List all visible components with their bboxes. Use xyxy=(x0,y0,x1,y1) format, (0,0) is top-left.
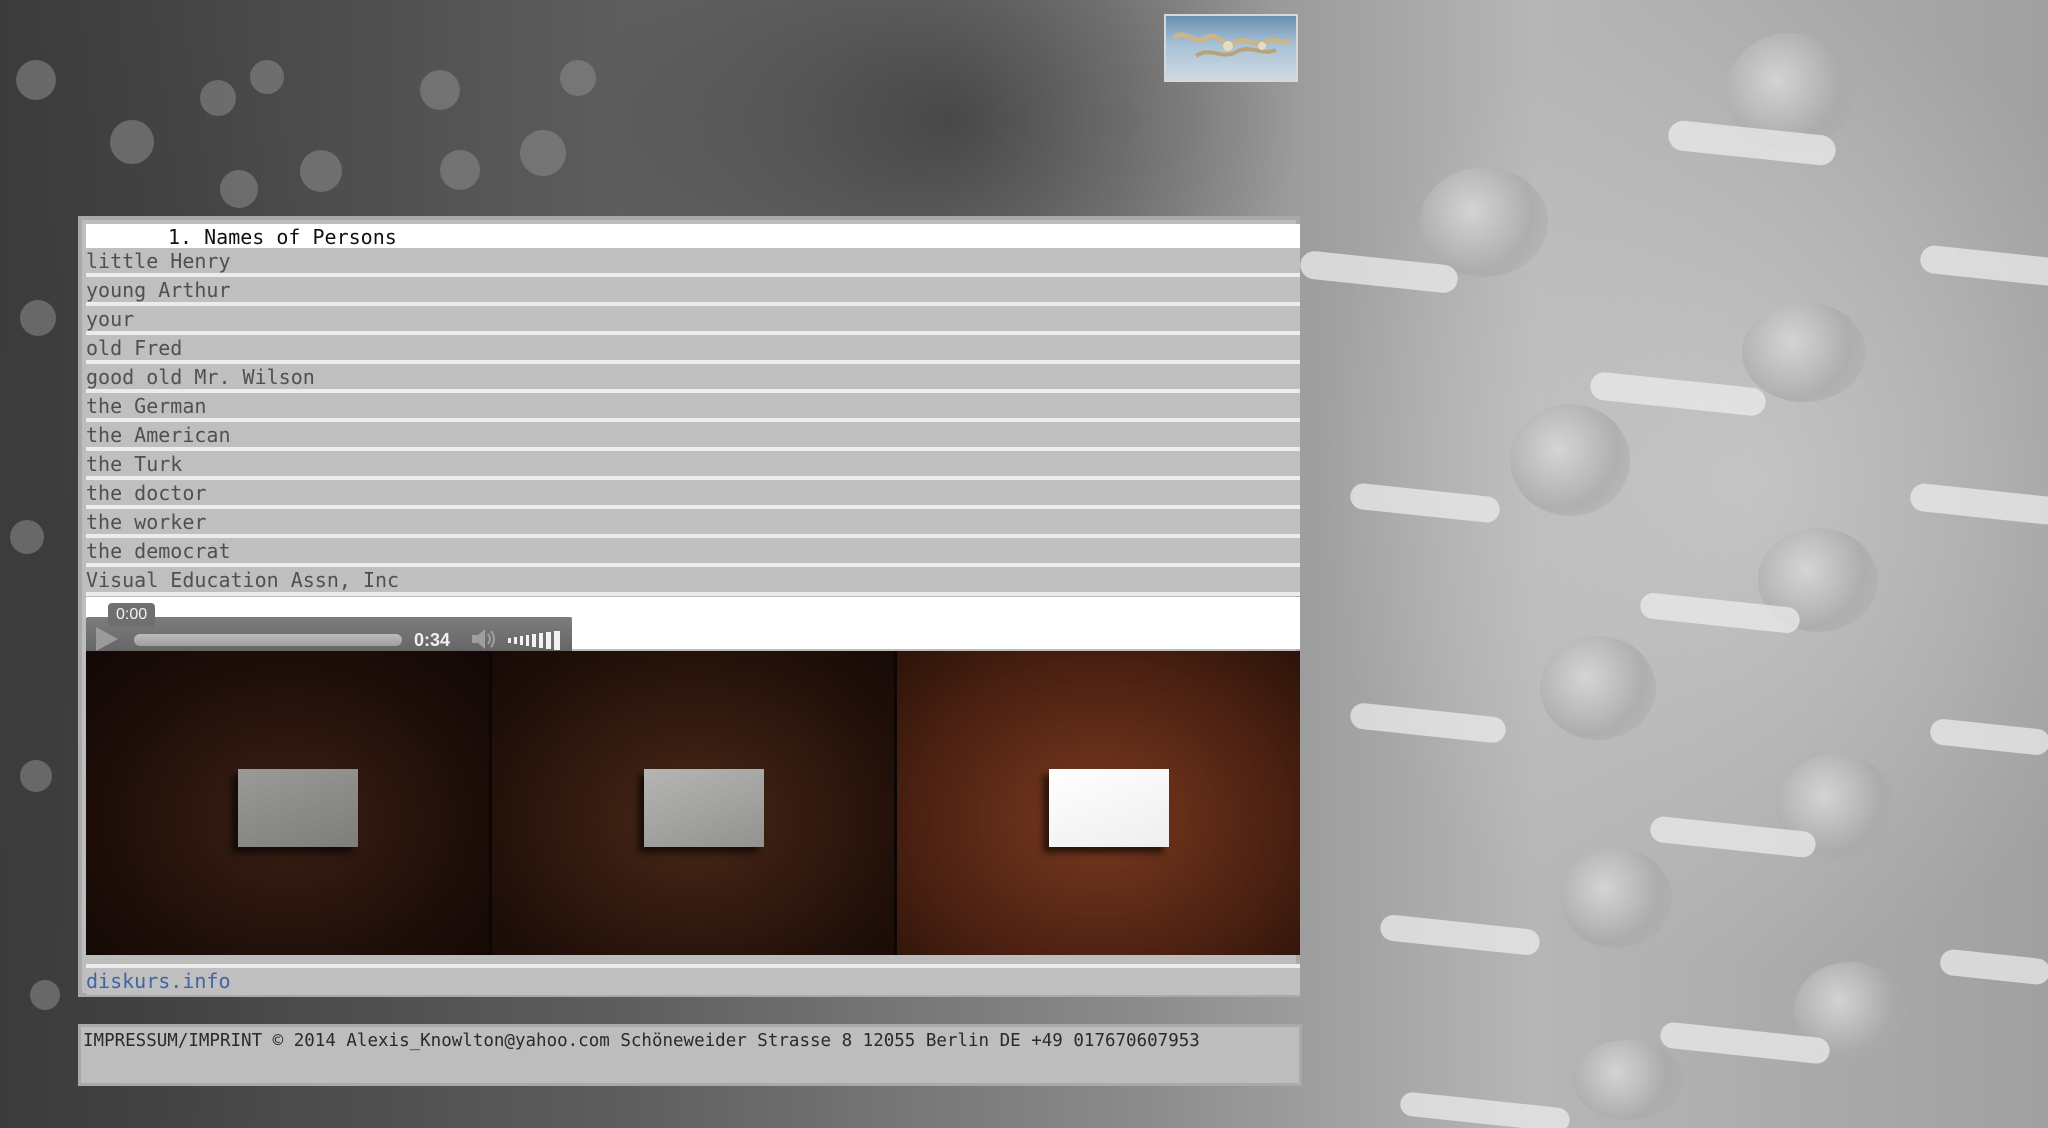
list-item: Visual Education Assn, Inc xyxy=(86,567,1300,596)
list-item: the democrat xyxy=(86,538,1300,567)
bokeh-dot xyxy=(1420,167,1548,277)
bokeh-dot xyxy=(520,130,566,176)
list-item: little Henry xyxy=(86,248,1300,277)
duration-label: 0:34 xyxy=(414,630,451,650)
bokeh-dot xyxy=(560,60,596,96)
list-item: the worker xyxy=(86,509,1300,538)
list-item: old Fred xyxy=(86,335,1300,364)
light-streak xyxy=(1379,913,1541,957)
seek-bar[interactable] xyxy=(134,634,402,646)
list-item: the Turk xyxy=(86,451,1300,480)
bokeh-dot xyxy=(200,80,236,116)
speaker-icon[interactable] xyxy=(470,627,498,651)
bokeh-dot xyxy=(20,760,52,792)
paper-sheet-image xyxy=(1049,769,1170,847)
light-streak xyxy=(1908,482,2048,526)
bokeh-dot xyxy=(30,980,60,1010)
light-streak xyxy=(1589,370,1767,418)
bokeh-dot xyxy=(1560,848,1672,948)
bokeh-dot xyxy=(1510,404,1630,516)
light-streak xyxy=(1928,717,2048,757)
bokeh-dot xyxy=(10,520,44,554)
link-row: diskurs.info xyxy=(86,964,1300,995)
bokeh-dot xyxy=(250,60,284,94)
light-streak xyxy=(1349,701,1507,745)
video-frame xyxy=(491,651,898,955)
bokeh-dot xyxy=(1742,302,1866,402)
list-item: young Arthur xyxy=(86,277,1300,306)
bokeh-dot xyxy=(110,120,154,164)
light-streak xyxy=(1399,1091,1571,1128)
bokeh-dot xyxy=(20,300,56,336)
bokeh-dot xyxy=(1573,1040,1683,1120)
video-frame xyxy=(86,651,492,955)
play-icon[interactable] xyxy=(96,627,118,651)
bokeh-dot xyxy=(440,150,480,190)
logo-thumbnail[interactable] xyxy=(1164,14,1298,82)
diskurs-link[interactable]: diskurs.info xyxy=(86,969,231,993)
bokeh-dot xyxy=(300,150,342,192)
video-player[interactable] xyxy=(86,651,1301,955)
names-list: little Henry young Arthur your old Fred … xyxy=(86,248,1300,596)
paper-sheet-image xyxy=(643,769,764,847)
imprint-footer: IMPRESSUM/IMPRINT © 2014 Alexis_Knowlton… xyxy=(78,1024,1302,1086)
list-item: your xyxy=(86,306,1300,335)
current-time-tooltip: 0:00 xyxy=(108,603,156,627)
video-frame xyxy=(897,651,1301,955)
bokeh-dot xyxy=(1540,636,1656,740)
light-streak xyxy=(1349,482,1501,524)
content-panel: 1. Names of Persons little Henry young A… xyxy=(78,216,1301,997)
bokeh-dot xyxy=(420,70,460,110)
list-item: the German xyxy=(86,393,1300,422)
bokeh-dot xyxy=(16,60,56,100)
section-title: 1. Names of Persons xyxy=(86,224,1300,249)
volume-slider[interactable] xyxy=(508,629,564,651)
list-item: good old Mr. Wilson xyxy=(86,364,1300,393)
paper-sheet-image xyxy=(238,769,358,847)
audio-row: 0:00 0:34 xyxy=(86,597,1300,661)
light-streak xyxy=(1938,948,2048,986)
list-item: the doctor xyxy=(86,480,1300,509)
bokeh-dot xyxy=(220,170,258,208)
seahorse-logo-icon xyxy=(1172,32,1292,58)
light-streak xyxy=(1918,244,2048,288)
list-item: the American xyxy=(86,422,1300,451)
